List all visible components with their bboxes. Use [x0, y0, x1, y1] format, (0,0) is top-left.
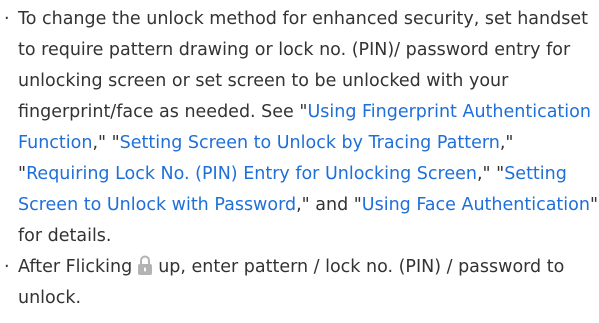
- text-segment: ," ": [92, 133, 120, 153]
- bullet-item-unlock-method: · To change the unlock method for enhanc…: [0, 4, 599, 252]
- document-body: · To change the unlock method for enhanc…: [0, 0, 599, 314]
- link-tracing-pattern[interactable]: Setting Screen to Unlock by Tracing Patt…: [120, 133, 500, 153]
- bullet-marker: ·: [4, 257, 10, 277]
- text-segment: ," and ": [296, 195, 362, 215]
- link-lock-no-pin[interactable]: Requiring Lock No. (PIN) Entry for Unloc…: [26, 164, 477, 184]
- lock-icon: [136, 254, 154, 276]
- text-segment: After Flicking: [18, 257, 133, 277]
- bullet-item-flick-unlock: · After Flicking up, enter pattern / loc…: [0, 252, 599, 314]
- bullet-marker: ·: [4, 9, 10, 29]
- link-face-authentication[interactable]: Using Face Authentication: [362, 195, 590, 215]
- text-segment: ," ": [476, 164, 505, 184]
